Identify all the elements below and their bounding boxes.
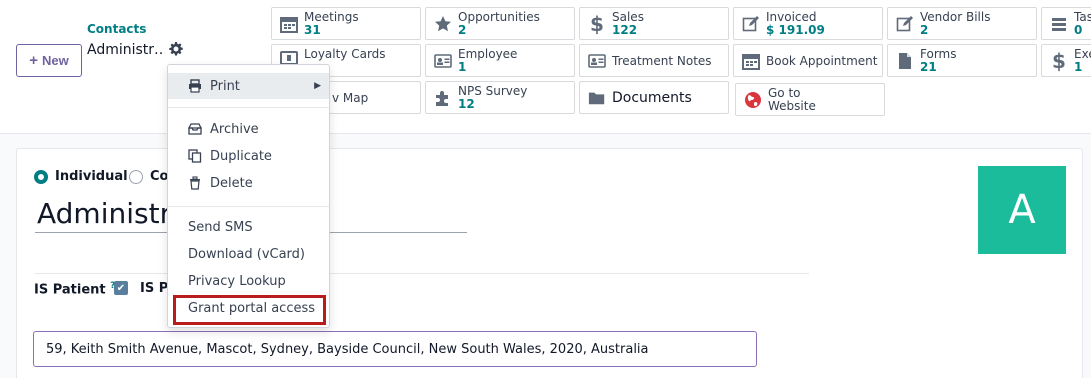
pencil-square-icon (742, 15, 760, 33)
opportunities-label: Opportunities (458, 9, 540, 24)
archive-icon (188, 122, 202, 136)
vendor-bills-label: Vendor Bills (920, 9, 991, 24)
employee-label: Employee (458, 46, 518, 61)
sales-count: 122 (612, 22, 638, 37)
calendar-icon (742, 52, 760, 70)
book-appointment-smart-button[interactable]: Book Appointment (733, 44, 883, 77)
menu-item-duplicate[interactable]: Duplicate (168, 143, 329, 169)
control-panel: + New Contacts Administr… Meetings 31 Oppo… (0, 0, 1091, 134)
menu-privacy-lookup-label: Privacy Lookup (188, 273, 286, 289)
checkmark-icon: ✔ (116, 282, 126, 294)
menu-item-delete[interactable]: Delete (168, 170, 329, 196)
meetings-smart-button[interactable]: Meetings 31 (271, 7, 421, 40)
dollar-icon: $ (1052, 48, 1066, 73)
tasks-smart-button[interactable]: Tas0 (1041, 7, 1091, 40)
id-card-icon (588, 52, 606, 70)
expenses-count: 1 (1074, 59, 1083, 74)
action-menu: Print ▶ Archive Duplicate Delete Send SM… (167, 64, 330, 328)
forms-smart-button[interactable]: Forms 21 (887, 44, 1037, 77)
new-button[interactable]: + New (16, 44, 82, 77)
opportunities-smart-button[interactable]: Opportunities 2 (425, 7, 575, 40)
treatment-notes-smart-button[interactable]: Treatment Notes (579, 44, 729, 77)
nps-survey-label: NPS Survey (458, 83, 528, 98)
radio-selected-icon (34, 169, 48, 184)
vendor-bills-smart-button[interactable]: Vendor Bills 2 (887, 7, 1037, 40)
forms-count: 21 (920, 59, 937, 74)
forms-label: Forms (920, 46, 957, 61)
radio-company[interactable]: Co (129, 169, 168, 184)
tasks-icon (1050, 15, 1068, 33)
is-patient-checkbox[interactable]: ✔ (114, 281, 128, 295)
menu-send-sms-label: Send SMS (188, 219, 253, 235)
menu-print-label: Print (210, 78, 240, 94)
star-icon (434, 15, 452, 33)
opportunities-count: 2 (458, 22, 467, 37)
calendar-icon (280, 15, 298, 33)
menu-item-archive[interactable]: Archive (168, 116, 329, 142)
invoiced-label: Invoiced (766, 9, 817, 24)
book-appointment-label: Book Appointment (766, 53, 878, 68)
puzzle-icon (434, 89, 452, 107)
folder-icon (588, 89, 606, 107)
menu-divider (168, 206, 329, 207)
invoiced-amount: $ 191.09 (766, 22, 825, 37)
divider (35, 273, 809, 274)
plus-icon: + (29, 52, 39, 69)
website-label: Website (768, 98, 816, 113)
tasks-label: Tas (1074, 9, 1091, 24)
file-icon (896, 52, 914, 70)
invoiced-smart-button[interactable]: Invoiced $ 191.09 (733, 7, 883, 40)
radio-individual-label: Individual (55, 169, 128, 184)
menu-item-download-vcard[interactable]: Download (vCard) (168, 241, 329, 267)
record-name: Administr… (87, 42, 165, 58)
breadcrumb[interactable]: Contacts (87, 22, 146, 36)
printer-icon (188, 79, 202, 93)
meetings-count: 31 (304, 22, 321, 37)
menu-duplicate-label: Duplicate (210, 148, 272, 164)
globe-icon (744, 91, 762, 109)
address-field[interactable]: 59, Keith Smith Avenue, Mascot, Sydney, … (33, 331, 757, 367)
id-card-icon (434, 52, 452, 70)
sales-label: Sales (612, 9, 644, 24)
is-patient-text: IS Patient (34, 282, 106, 298)
go-to-label: Go to (768, 85, 801, 100)
menu-item-privacy-lookup[interactable]: Privacy Lookup (168, 268, 329, 294)
employee-smart-button[interactable]: Employee 1 (425, 44, 575, 77)
trash-icon (188, 176, 202, 190)
pencil-square-icon (896, 15, 914, 33)
is-patient-label: IS Patient ? (34, 281, 115, 297)
copy-icon (188, 149, 202, 163)
menu-delete-label: Delete (210, 175, 253, 191)
nps-survey-count: 12 (458, 96, 475, 111)
avatar[interactable]: A (978, 166, 1066, 254)
documents-label: Documents (612, 89, 692, 106)
loyalty-cards-label: Loyalty Cards (304, 47, 386, 61)
menu-archive-label: Archive (210, 121, 259, 137)
caret-right-icon: ▶ (314, 81, 321, 91)
expenses-label: Exe (1074, 46, 1091, 61)
menu-download-vcard-label: Download (vCard) (188, 246, 305, 262)
map-label: v Map (332, 90, 369, 105)
radio-unselected-icon (129, 169, 143, 184)
employee-count: 1 (458, 59, 467, 74)
go-to-website-smart-button[interactable]: Go to Website (735, 83, 885, 116)
radio-company-label: Co (150, 169, 169, 184)
gear-icon[interactable] (169, 42, 183, 56)
dollar-icon: $ (590, 11, 604, 36)
menu-divider (168, 107, 329, 108)
nps-survey-smart-button[interactable]: NPS Survey 12 (425, 81, 575, 114)
menu-item-print[interactable]: Print ▶ (168, 73, 329, 99)
tasks-count: 0 (1074, 22, 1083, 37)
sales-smart-button[interactable]: $ Sales 122 (579, 7, 729, 40)
treatment-notes-label: Treatment Notes (612, 53, 712, 68)
menu-item-send-sms[interactable]: Send SMS (168, 214, 329, 240)
vendor-bills-count: 2 (920, 22, 929, 37)
expenses-smart-button[interactable]: $ Exe1 (1041, 44, 1091, 77)
radio-individual[interactable]: Individual (34, 169, 128, 184)
meetings-label: Meetings (304, 9, 359, 24)
new-button-label: New (42, 53, 69, 68)
highlight-box (173, 295, 326, 325)
documents-smart-button[interactable]: Documents (579, 81, 729, 114)
